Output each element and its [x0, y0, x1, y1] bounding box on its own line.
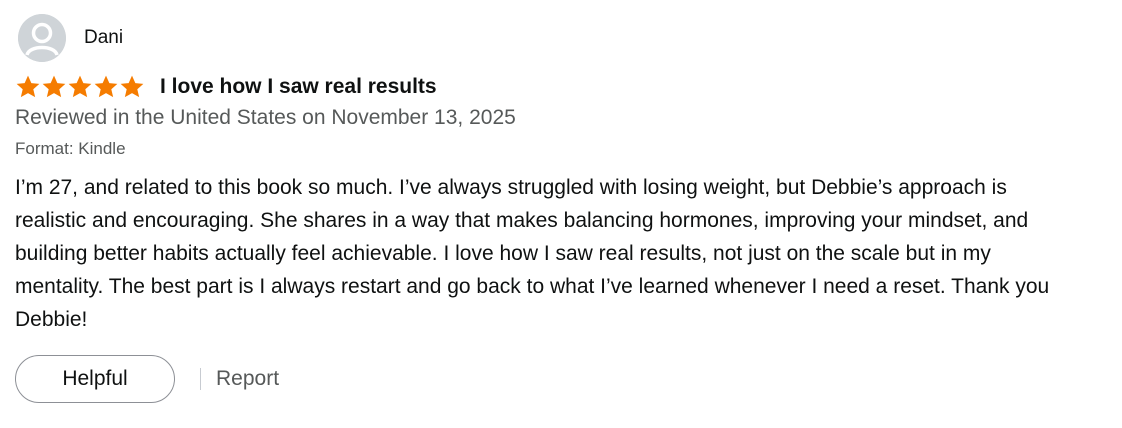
review-title-row: I love how I saw real results [15, 73, 1105, 101]
star-rating[interactable] [15, 74, 145, 100]
star-icon [67, 74, 93, 100]
star-icon [93, 74, 119, 100]
star-icon [119, 74, 145, 100]
star-icon [41, 74, 67, 100]
review-title[interactable]: I love how I saw real results [160, 75, 437, 99]
reviewer-profile[interactable]: Dani [15, 13, 1105, 63]
customer-review: Dani I love how I saw real results Revie… [15, 13, 1105, 403]
reviewer-name[interactable]: Dani [84, 27, 123, 49]
format-label: Format: Kindle [15, 139, 126, 158]
avatar-icon [18, 14, 66, 62]
review-body: I’m 27, and related to this book so much… [15, 176, 1050, 331]
review-date: Reviewed in the United States on Novembe… [15, 106, 516, 129]
star-icon [15, 74, 41, 100]
helpful-button[interactable]: Helpful [15, 355, 175, 403]
review-actions: Helpful Report [15, 355, 1105, 403]
report-link[interactable]: Report [216, 367, 279, 391]
divider [200, 368, 201, 390]
